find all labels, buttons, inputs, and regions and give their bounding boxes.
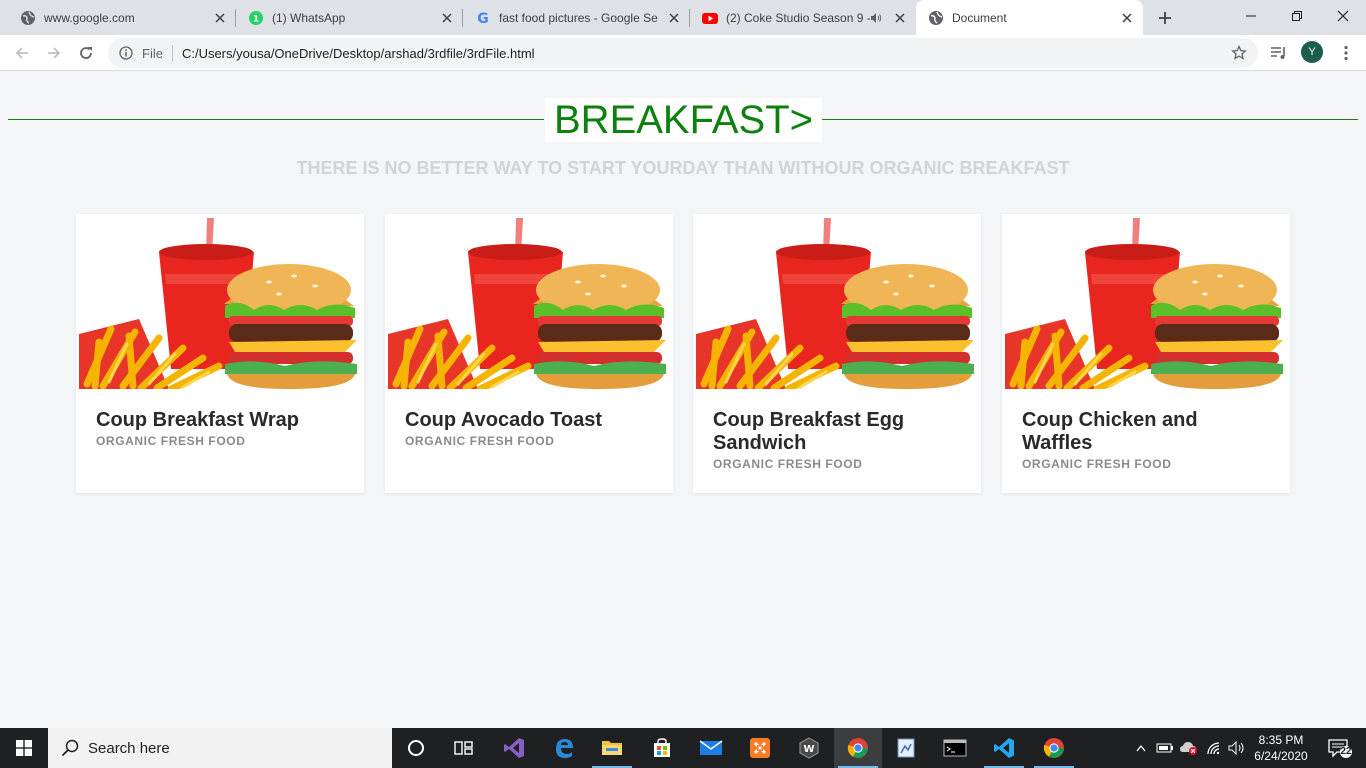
minimize-button[interactable]	[1228, 0, 1274, 32]
browser-toolbar: File C:/Users/yousa/OneDrive/Desktop/ars…	[0, 35, 1366, 71]
fast-food-image	[388, 214, 670, 389]
new-tab-button[interactable]	[1152, 5, 1178, 31]
svg-text:G: G	[477, 11, 489, 26]
action-center-icon[interactable]: 22	[1320, 728, 1360, 768]
card-title-text: Coup Breakfast Wrap	[96, 409, 300, 431]
tab-google[interactable]: www.google.com	[0, 0, 236, 35]
card-title: Coup Breakfast Wrap ORGANIC FRESH FOOD	[96, 409, 346, 448]
visual-studio-icon[interactable]	[490, 728, 538, 768]
media-control-icon[interactable]	[1269, 43, 1289, 63]
chrome-profile-icon[interactable]	[1030, 728, 1078, 768]
card-title: Coup Breakfast Egg Sandwich ORGANIC FRES…	[713, 409, 963, 471]
wifi-icon[interactable]	[1204, 728, 1224, 768]
svg-text:W: W	[803, 744, 814, 755]
globe-icon	[20, 10, 36, 26]
tab-title: (1) WhatsApp	[272, 10, 346, 25]
show-hidden-icons-chevron-icon[interactable]	[1132, 728, 1150, 768]
profile-avatar[interactable]: Y	[1301, 41, 1323, 63]
xampp-icon[interactable]	[736, 728, 784, 768]
task-view-icon[interactable]	[440, 728, 488, 768]
tab-close-icon[interactable]	[892, 10, 908, 26]
globe-icon	[928, 10, 944, 26]
tab-strip: www.google.com 1 (1) WhatsApp G fast foo…	[0, 0, 1366, 36]
tab-close-icon[interactable]	[666, 10, 682, 26]
clock-time: 8:35 PM	[1258, 733, 1304, 747]
card-subtitle: ORGANIC FRESH FOOD	[405, 434, 555, 448]
paint-icon[interactable]	[882, 728, 930, 768]
cortana-icon[interactable]	[392, 728, 440, 768]
taskbar-search[interactable]: Search here	[48, 728, 392, 768]
card-title-text: Coup Chicken and Waffles	[1022, 409, 1198, 454]
url-text[interactable]: C:/Users/yousa/OneDrive/Desktop/arshad/3…	[182, 46, 1230, 61]
taskbar-clock[interactable]: 8:35 PM 6/24/2020	[1248, 732, 1314, 764]
heading-rule-right	[822, 119, 1358, 120]
card-title-text: Coup Avocado Toast	[405, 409, 603, 431]
search-placeholder: Search here	[88, 739, 170, 757]
notification-count: 22	[1340, 746, 1352, 757]
tab-close-icon[interactable]	[1119, 10, 1135, 26]
tab-youtube[interactable]: (2) Coke Studio Season 9 -	[690, 0, 916, 35]
scheme-label: File	[142, 45, 163, 61]
edge-icon[interactable]	[540, 728, 588, 768]
onedrive-error-icon[interactable]	[1178, 728, 1200, 768]
volume-icon[interactable]	[1226, 728, 1248, 768]
fast-food-image	[696, 214, 978, 389]
microsoft-store-icon[interactable]	[638, 728, 686, 768]
battery-icon[interactable]	[1154, 728, 1176, 768]
info-icon[interactable]	[118, 45, 134, 61]
heading-rule-left	[8, 119, 544, 120]
file-explorer-icon[interactable]	[588, 728, 636, 768]
tab-title: fast food pictures - Google Sea	[499, 10, 658, 25]
omnibox-divider	[171, 45, 173, 61]
food-card[interactable]: Coup Breakfast Egg Sandwich ORGANIC FRES…	[693, 214, 981, 493]
svg-text:1: 1	[253, 14, 259, 24]
page-subheading: THERE IS NO BETTER WAY TO START YOURDAY …	[296, 158, 1070, 178]
tab-google-search[interactable]: G fast food pictures - Google Sea	[463, 0, 690, 35]
tab-title: Document	[952, 11, 1007, 25]
tab-document[interactable]: Document	[916, 0, 1143, 36]
card-subtitle: ORGANIC FRESH FOOD	[1022, 457, 1172, 471]
card-subtitle: ORGANIC FRESH FOOD	[713, 457, 863, 471]
mail-icon[interactable]	[687, 728, 735, 768]
address-bar[interactable]: File C:/Users/yousa/OneDrive/Desktop/ars…	[108, 38, 1258, 68]
tab-whatsapp[interactable]: 1 (1) WhatsApp	[236, 0, 463, 35]
card-title-text: Coup Breakfast Egg Sandwich	[713, 409, 905, 454]
page-content: BREAKFAST> THERE IS NO BETTER WAY TO STA…	[0, 71, 1366, 728]
command-prompt-icon[interactable]	[931, 728, 979, 768]
tab-close-icon[interactable]	[439, 10, 455, 26]
food-card[interactable]: Coup Breakfast Wrap ORGANIC FRESH FOOD	[76, 214, 364, 493]
fast-food-image	[79, 214, 361, 389]
bookmark-star-icon[interactable]	[1230, 44, 1248, 62]
windows-logo-icon	[16, 740, 32, 756]
tab-title: (2) Coke Studio Season 9 -	[726, 10, 870, 25]
vscode-icon[interactable]	[980, 728, 1028, 768]
card-subtitle: ORGANIC FRESH FOOD	[96, 434, 246, 448]
page-heading: BREAKFAST>	[545, 98, 822, 142]
card-title: Coup Chicken and Waffles ORGANIC FRESH F…	[1022, 409, 1272, 471]
search-icon	[60, 738, 80, 758]
start-button[interactable]	[0, 728, 48, 768]
tab-title: www.google.com	[44, 10, 135, 25]
wamp-icon[interactable]: W	[785, 728, 833, 768]
fast-food-image	[1005, 214, 1287, 389]
restore-button[interactable]	[1274, 0, 1320, 32]
tab-close-icon[interactable]	[212, 10, 228, 26]
windows-taskbar: Search here W 8:35 PM 6/24/2020 22	[0, 728, 1366, 768]
menu-kebab-icon[interactable]	[1336, 43, 1356, 63]
card-title: Coup Avocado Toast ORGANIC FRESH FOOD	[405, 409, 655, 448]
audio-playing-icon[interactable]	[870, 11, 884, 25]
food-card[interactable]: Coup Chicken and Waffles ORGANIC FRESH F…	[1002, 214, 1290, 493]
chrome-icon[interactable]	[834, 728, 882, 768]
forward-button[interactable]	[40, 39, 68, 67]
back-button[interactable]	[8, 39, 36, 67]
youtube-icon	[702, 10, 718, 26]
close-window-button[interactable]	[1320, 0, 1366, 32]
clock-date: 6/24/2020	[1254, 749, 1308, 763]
whatsapp-icon: 1	[248, 10, 264, 26]
reload-button[interactable]	[72, 39, 100, 67]
food-card[interactable]: Coup Avocado Toast ORGANIC FRESH FOOD	[385, 214, 673, 493]
google-icon: G	[475, 10, 491, 26]
